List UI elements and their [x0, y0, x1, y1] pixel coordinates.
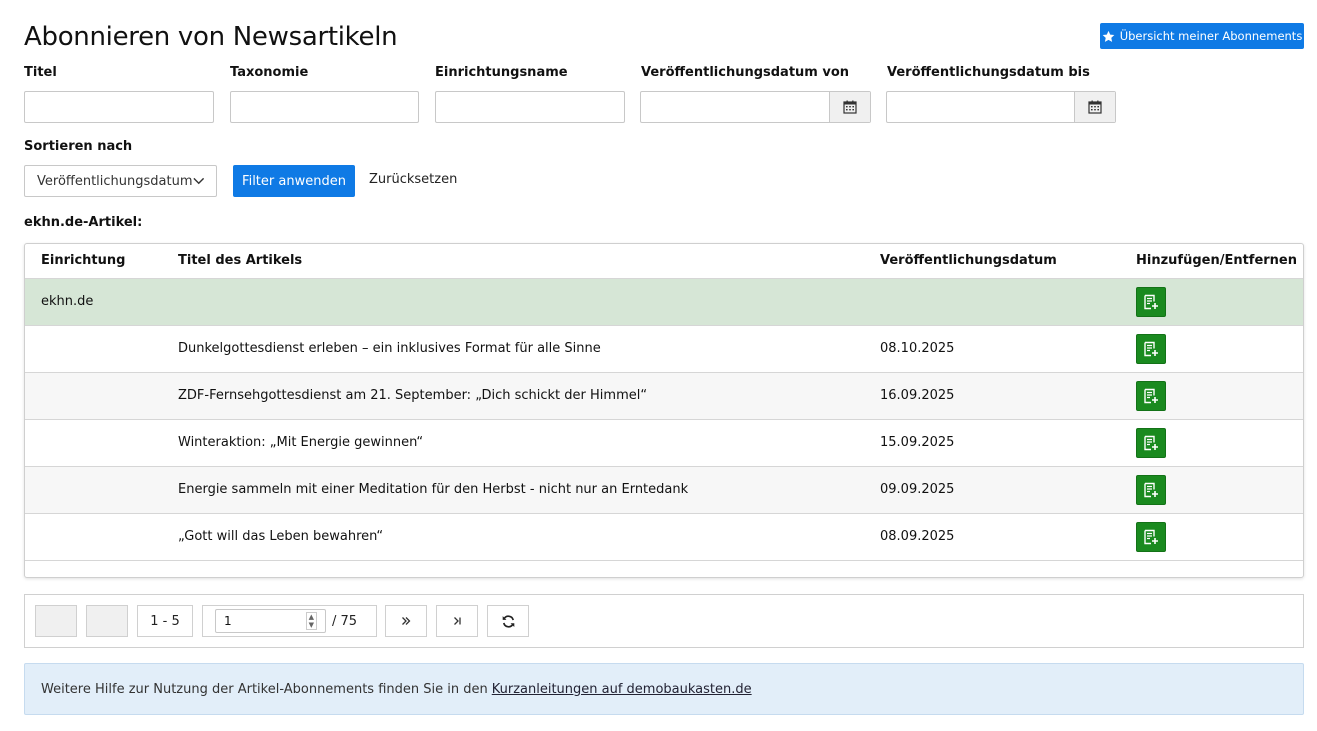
taxonomy-input[interactable]	[230, 91, 419, 123]
subscriptions-overview-label: Übersicht meiner Abonnements	[1119, 29, 1303, 43]
group-row: ekhn.de	[25, 279, 1303, 326]
page-number-input[interactable]: 1 ▲ ▼	[215, 609, 326, 633]
date-to-label: Veröffentlichungsdatum bis	[887, 65, 1090, 80]
title-input[interactable]	[24, 91, 214, 123]
refresh-icon	[502, 614, 514, 628]
reset-link[interactable]: Zurücksetzen	[369, 172, 457, 187]
articles-table: Einrichtung Titel des Artikels Veröffent…	[24, 243, 1304, 578]
pagination-bar: 1 - 5 1 ▲ ▼ / 75	[24, 594, 1304, 648]
add-article-button[interactable]	[1136, 475, 1166, 505]
page-spinner[interactable]: ▲ ▼	[305, 612, 317, 630]
table-row: Dunkelgottesdienst erleben – ein inklusi…	[25, 326, 1303, 373]
help-text: Weitere Hilfe zur Nutzung der Artikel-Ab…	[41, 681, 488, 697]
date-from-field	[640, 91, 871, 123]
sort-selected-value: Veröffentlichungsdatum	[37, 173, 193, 189]
help-notice: Weitere Hilfe zur Nutzung der Artikel-Ab…	[24, 663, 1304, 715]
date-to-input[interactable]	[887, 92, 1074, 122]
date-from-input[interactable]	[641, 92, 829, 122]
help-link[interactable]: Kurzanleitungen auf demobaukasten.de	[492, 682, 752, 697]
article-title: Dunkelgottesdienst erleben – ein inklusi…	[178, 341, 601, 356]
add-article-button[interactable]	[1136, 428, 1166, 458]
article-title: „Gott will das Leben bewahren“	[178, 529, 384, 544]
org-name-input[interactable]	[435, 91, 625, 123]
article-date: 15.09.2025	[880, 435, 955, 450]
add-article-button[interactable]	[1136, 381, 1166, 411]
add-article-button[interactable]	[1136, 334, 1166, 364]
date-to-field	[886, 91, 1116, 123]
article-date: 16.09.2025	[880, 388, 955, 403]
org-filter-label: Einrichtungsname	[435, 65, 568, 80]
table-row: Winteraktion: „Mit Energie gewinnen“ 15.…	[25, 420, 1303, 467]
date-from-label: Veröffentlichungsdatum von	[641, 65, 850, 80]
last-page-button[interactable]	[436, 605, 478, 637]
add-article-button[interactable]	[1136, 522, 1166, 552]
prev-page-button[interactable]	[86, 605, 128, 637]
article-title: Winteraktion: „Mit Energie gewinnen“	[178, 435, 424, 450]
group-name: ekhn.de	[41, 294, 94, 309]
apply-filter-button[interactable]: Filter anwenden	[233, 165, 355, 197]
add-to-list-icon	[1144, 388, 1158, 404]
calendar-icon	[843, 100, 857, 114]
table-row: Energie sammeln mit einer Meditation für…	[25, 467, 1303, 514]
refresh-button[interactable]	[487, 605, 529, 637]
star-icon	[1102, 30, 1115, 42]
add-to-list-icon	[1144, 435, 1158, 451]
add-to-list-icon	[1144, 529, 1158, 545]
page-title: Abonnieren von Newsartikeln	[24, 22, 398, 52]
header-title: Titel des Artikels	[178, 253, 303, 268]
article-title: ZDF-Fernsehgottesdienst am 21. September…	[178, 388, 648, 403]
article-date: 08.09.2025	[880, 529, 955, 544]
first-page-button[interactable]	[35, 605, 77, 637]
header-date: Veröffentlichungsdatum	[880, 253, 1057, 268]
date-from-calendar-button[interactable]	[829, 92, 870, 122]
taxonomy-filter-label: Taxonomie	[230, 65, 309, 80]
add-to-list-icon	[1144, 294, 1158, 310]
table-row: „Gott will das Leben bewahren“ 08.09.202…	[25, 514, 1303, 561]
add-to-list-icon	[1144, 341, 1158, 357]
page-input-group: 1 ▲ ▼ / 75	[202, 605, 377, 637]
section-label: ekhn.de-Artikel:	[24, 215, 143, 230]
page-range: 1 - 5	[137, 605, 193, 637]
title-filter-label: Titel	[24, 65, 57, 80]
total-pages: / 75	[332, 613, 358, 629]
chevron-down-icon	[192, 177, 204, 185]
double-chevron-right-icon	[402, 617, 411, 625]
header-action: Hinzufügen/Entfernen	[1136, 253, 1298, 268]
sort-label: Sortieren nach	[24, 139, 133, 154]
calendar-icon	[1088, 100, 1102, 114]
sort-select[interactable]: Veröffentlichungsdatum	[24, 165, 217, 197]
subscriptions-overview-button[interactable]: Übersicht meiner Abonnements	[1100, 23, 1304, 49]
table-header: Einrichtung Titel des Artikels Veröffent…	[25, 244, 1303, 279]
article-title: Energie sammeln mit einer Meditation für…	[178, 482, 689, 497]
next-page-button[interactable]	[385, 605, 427, 637]
current-page-value: 1	[224, 614, 232, 628]
add-to-list-icon	[1144, 482, 1158, 498]
article-date: 09.09.2025	[880, 482, 955, 497]
date-to-calendar-button[interactable]	[1074, 92, 1115, 122]
article-date: 08.10.2025	[880, 341, 955, 356]
skip-to-end-icon	[454, 617, 461, 625]
table-row: ZDF-Fernsehgottesdienst am 21. September…	[25, 373, 1303, 420]
add-group-button[interactable]	[1136, 287, 1166, 317]
header-org: Einrichtung	[41, 253, 126, 268]
